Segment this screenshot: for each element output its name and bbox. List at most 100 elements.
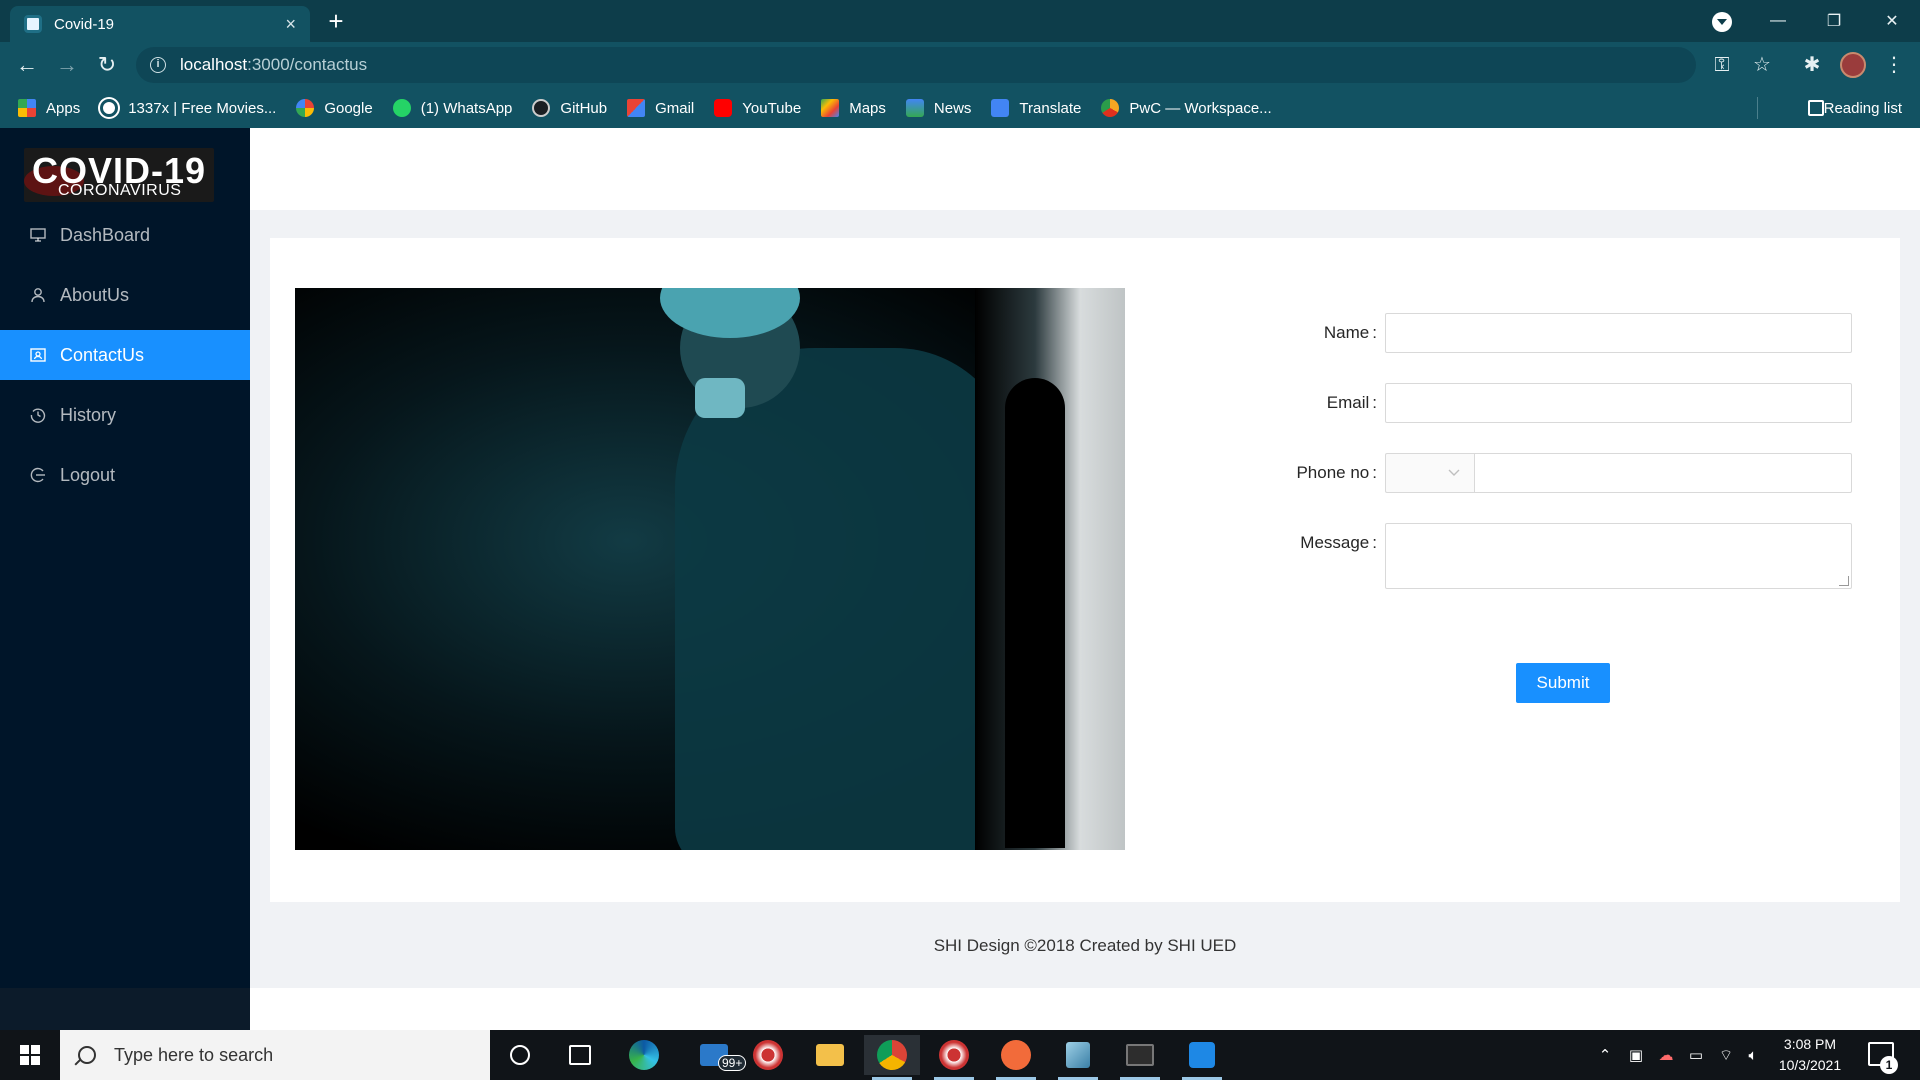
forward-arrow-icon[interactable]: → [51, 49, 83, 81]
bookmark-gmail[interactable]: Gmail [627, 99, 694, 117]
taskbar-file-explorer[interactable] [802, 1035, 858, 1075]
taskbar-search[interactable]: Type here to search [60, 1030, 490, 1080]
sidebar-item-label: DashBoard [60, 224, 151, 245]
taskbar-spider-app-2[interactable] [926, 1035, 982, 1080]
main-layout: Name: Email: Phone no: Message: Submit … [250, 128, 1920, 988]
start-button[interactable] [0, 1030, 60, 1080]
spider-icon [753, 1040, 783, 1070]
close-window-button[interactable]: ✕ [1864, 0, 1920, 42]
bookmark-translate[interactable]: Translate [991, 99, 1081, 117]
bookmark-label: YouTube [742, 99, 802, 117]
clock-time: 3:08 PM [1783, 1036, 1837, 1052]
history-icon [30, 407, 46, 423]
reading-list-button[interactable]: Reading list [1807, 88, 1902, 128]
bookmark-pwc[interactable]: PwC — Workspace... [1101, 99, 1272, 117]
browser-tab-strip: Covid-19 × + — ❐ ✕ [0, 0, 1920, 42]
bookmark-label: Maps [849, 99, 886, 117]
show-hidden-icons-chevron-icon[interactable]: ⌃ [1590, 1030, 1620, 1080]
meet-now-icon[interactable]: ▣ [1622, 1030, 1650, 1080]
windows-taskbar: Type here to search 99+ ⌃ ▣ ☁ ▭ ⌔ 🔈︎ 3:0 [0, 1030, 1920, 1080]
logout-icon [30, 467, 46, 483]
site-info-icon[interactable]: i [150, 57, 166, 73]
bookmark-label: 1337x | Free Movies... [128, 99, 277, 117]
bookmark-maps[interactable]: Maps [821, 99, 886, 117]
form-row-phone: Phone no: [1100, 453, 1860, 493]
apps-grid-icon [18, 99, 36, 117]
youtube-icon [714, 99, 733, 117]
key-icon[interactable]: ⚿ [1708, 51, 1736, 79]
bookmark-google[interactable]: Google [296, 99, 373, 117]
sidebar-item-aboutus[interactable]: AboutUs [0, 270, 250, 320]
restore-button[interactable]: ❐ [1806, 0, 1862, 42]
sidebar-collapse-trigger[interactable] [0, 988, 250, 1030]
sidebar-item-logout[interactable]: Logout [0, 450, 250, 500]
minimize-button[interactable]: — [1750, 0, 1806, 42]
sidebar-item-label: History [60, 404, 117, 425]
task-view-button[interactable] [552, 1035, 608, 1075]
sidebar-item-dashboard[interactable]: DashBoard [0, 210, 250, 260]
sidebar-item-history[interactable]: History [0, 390, 250, 440]
reload-icon[interactable]: ↻ [91, 49, 123, 81]
menu-kebab-icon[interactable]: ⋮ [1880, 51, 1908, 79]
bookmark-label: News [933, 99, 972, 117]
windows-logo-icon [20, 1045, 40, 1065]
photo-shadow [1005, 378, 1065, 848]
bookmark-1337x[interactable]: 1337x | Free Movies... [100, 99, 276, 117]
taskbar-chrome[interactable] [864, 1035, 920, 1080]
wifi-icon[interactable]: ⌔ [1712, 1030, 1740, 1080]
bookmark-label: Gmail [655, 99, 695, 117]
github-icon [532, 99, 551, 117]
sidebar-item-label: Logout [60, 464, 116, 485]
cortana-button[interactable] [492, 1035, 548, 1075]
back-arrow-icon[interactable]: ← [11, 49, 43, 81]
extensions-puzzle-icon[interactable]: ✱ [1798, 51, 1826, 79]
bookmark-label: GitHub [560, 99, 608, 117]
bookmark-news[interactable]: News [905, 99, 972, 117]
search-icon [78, 1046, 96, 1064]
email-input[interactable] [1385, 383, 1852, 423]
name-input[interactable] [1385, 313, 1852, 353]
url-host: localhost [180, 55, 248, 74]
tab-close-icon[interactable]: × [285, 15, 296, 33]
taskbar-spider-app[interactable] [740, 1035, 796, 1075]
postman-icon [1001, 1040, 1031, 1070]
reading-list-label: Reading list [1823, 99, 1902, 117]
page-header [250, 128, 1920, 210]
notepad-icon [1066, 1042, 1090, 1068]
whatsapp-icon [392, 99, 411, 117]
new-tab-button[interactable]: + [322, 8, 350, 36]
taskbar-terminal[interactable] [1112, 1035, 1168, 1080]
taskbar-mail[interactable]: 99+ [686, 1035, 747, 1075]
taskbar-postman[interactable] [988, 1035, 1044, 1080]
browser-tab[interactable]: Covid-19 × [10, 6, 310, 42]
taskbar-vscode[interactable] [1174, 1035, 1230, 1080]
bookmark-apps[interactable]: Apps [18, 99, 80, 117]
message-textarea[interactable] [1385, 523, 1852, 589]
taskbar-notepad[interactable] [1050, 1035, 1106, 1080]
submit-button[interactable]: Submit [1516, 663, 1610, 703]
phone-input[interactable] [1474, 453, 1852, 493]
onedrive-error-icon[interactable]: ☁ [1652, 1030, 1680, 1080]
country-code-select[interactable] [1385, 453, 1474, 493]
bookmark-star-icon[interactable]: ☆ [1748, 51, 1776, 79]
address-bar[interactable]: i localhost:3000/contactus [136, 47, 1696, 83]
bookmark-whatsapp[interactable]: (1) WhatsApp [392, 99, 512, 117]
taskbar-clock[interactable]: 3:08 PM 10/3/2021 [1760, 1034, 1860, 1076]
sidebar-menu: DashBoard AboutUs ContactUs History Logo… [0, 210, 250, 510]
bookmark-github[interactable]: GitHub [532, 99, 607, 117]
profile-avatar[interactable] [1840, 52, 1866, 78]
bookmark-youtube[interactable]: YouTube [714, 99, 801, 117]
taskbar-edge[interactable] [616, 1035, 672, 1075]
sidebar-item-contactus[interactable]: ContactUs [0, 330, 250, 380]
form-row-message: Message: [1100, 523, 1860, 589]
form-row-name: Name: [1100, 313, 1860, 353]
url-path: :3000/contactus [247, 55, 368, 74]
maps-icon [821, 99, 840, 117]
resize-grip-icon[interactable] [1839, 576, 1849, 586]
contacts-icon [30, 347, 46, 363]
tab-search-icon[interactable] [1712, 12, 1732, 32]
battery-icon[interactable]: ▭ [1682, 1030, 1710, 1080]
notification-count-badge: 1 [1880, 1056, 1898, 1074]
user-icon [30, 287, 46, 303]
phone-label: Phone no: [1296, 463, 1377, 482]
